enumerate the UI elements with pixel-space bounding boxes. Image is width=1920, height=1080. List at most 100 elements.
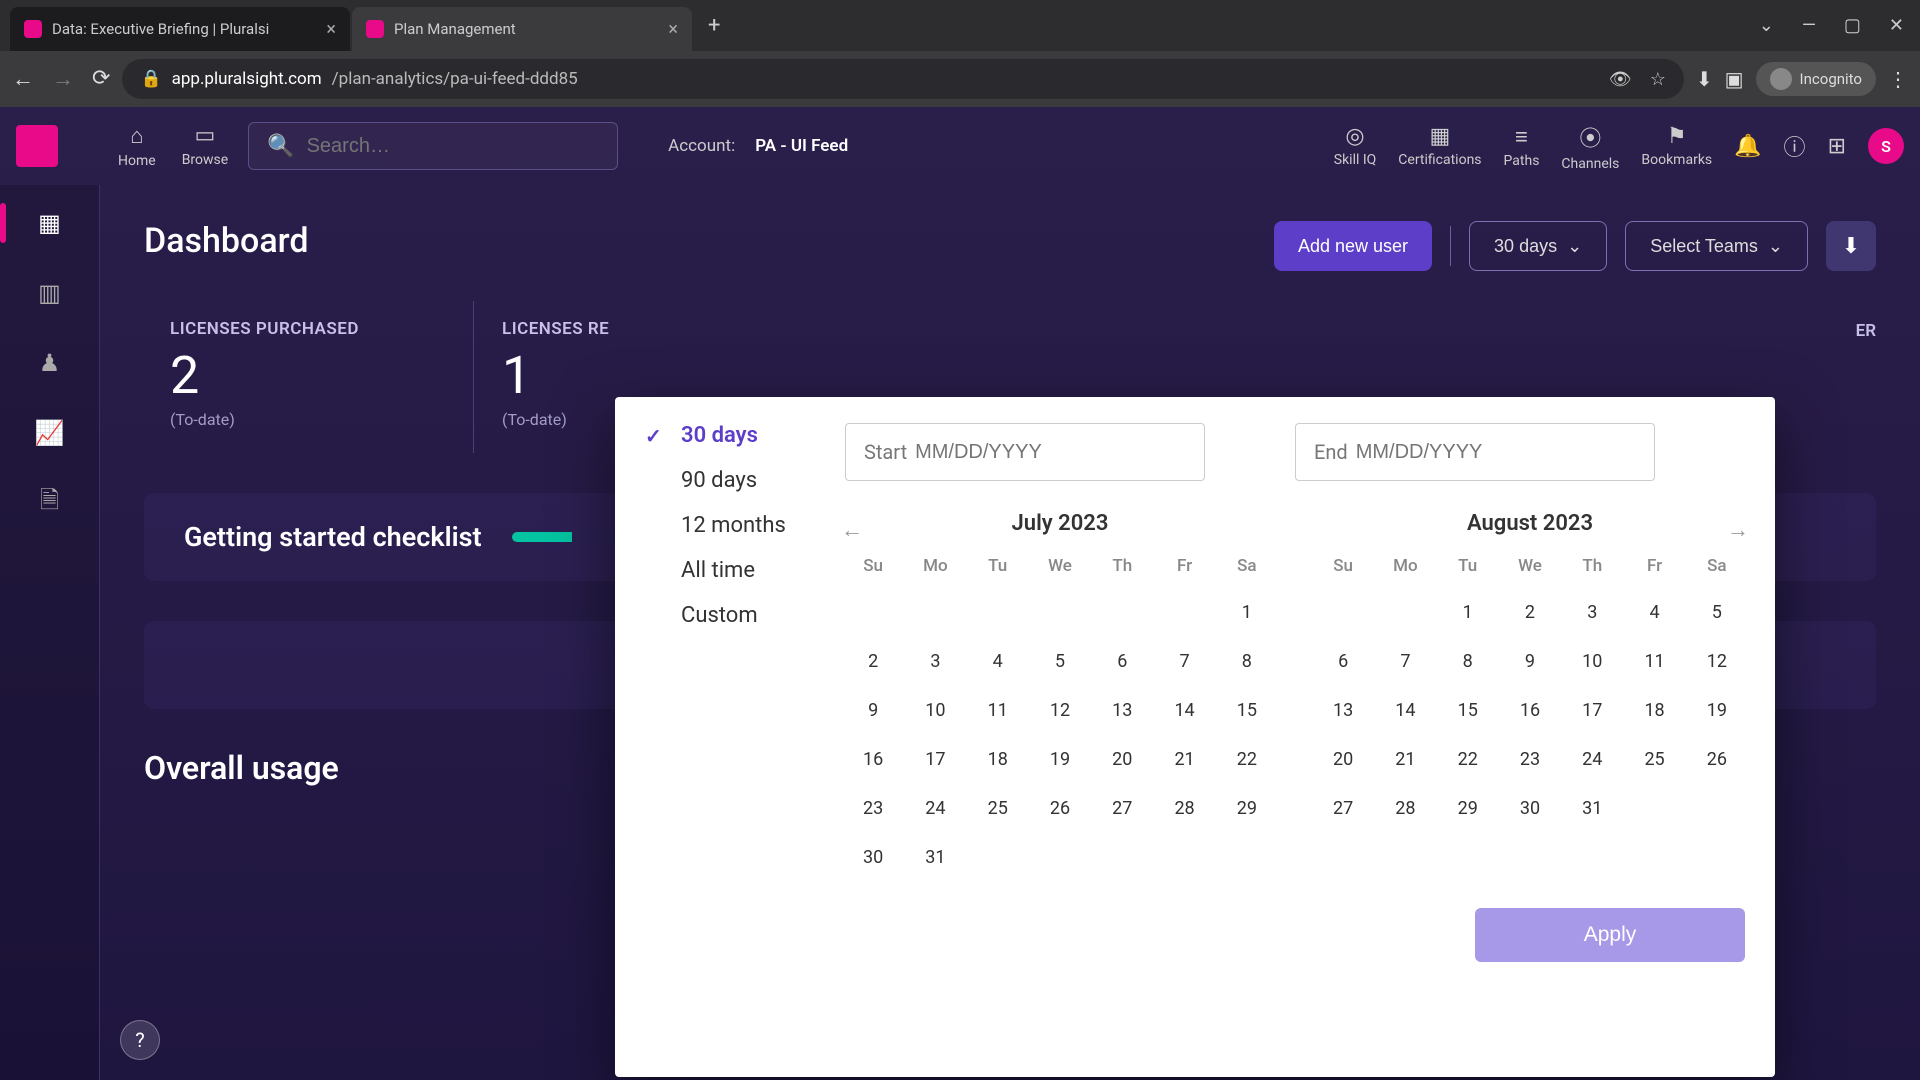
maximize-icon[interactable]: ▢ <box>1844 15 1861 36</box>
nav-bookmarks[interactable]: ⚑Bookmarks <box>1641 124 1712 168</box>
calendar-day[interactable]: 30 <box>1502 788 1558 829</box>
nav-channels[interactable]: ⦿Channels <box>1561 121 1619 172</box>
calendar-day[interactable]: 10 <box>1564 641 1620 682</box>
calendar-day[interactable]: 12 <box>1689 641 1745 682</box>
calendar-day[interactable]: 27 <box>1315 788 1371 829</box>
browser-tab-inactive[interactable]: Data: Executive Briefing | Pluralsi × <box>10 7 350 51</box>
nav-paths[interactable]: ≡Paths <box>1504 124 1540 169</box>
back-icon[interactable]: ← <box>12 66 34 92</box>
start-date-input[interactable]: Start <box>845 423 1205 481</box>
calendar-day[interactable]: 13 <box>1094 690 1150 731</box>
calendar-day[interactable]: 8 <box>1219 641 1275 682</box>
bell-icon[interactable]: 🔔 <box>1734 134 1761 159</box>
calendar-day[interactable]: 11 <box>1626 641 1682 682</box>
range-option[interactable]: All time <box>645 558 845 583</box>
calendar-day[interactable]: 24 <box>1564 739 1620 780</box>
forward-icon[interactable]: → <box>52 66 74 92</box>
incognito-indicator[interactable]: Incognito <box>1756 62 1876 96</box>
apply-button[interactable]: Apply <box>1475 908 1745 962</box>
calendar-day[interactable]: 21 <box>1377 739 1433 780</box>
sidebar-item-org[interactable]: ▥ <box>30 273 70 313</box>
calendar-day[interactable]: 16 <box>1502 690 1558 731</box>
nav-certifications[interactable]: ▦Certifications <box>1398 124 1481 168</box>
next-month-icon[interactable]: → <box>1727 517 1749 543</box>
calendar-day[interactable]: 9 <box>1502 641 1558 682</box>
reload-icon[interactable]: ⟳ <box>92 66 110 92</box>
search-field[interactable] <box>307 135 600 158</box>
calendar-day[interactable]: 1 <box>1219 592 1275 633</box>
nav-skilliq[interactable]: ◎Skill IQ <box>1334 124 1377 168</box>
minimize-icon[interactable]: — <box>1802 15 1816 36</box>
calendar-day[interactable]: 7 <box>1156 641 1212 682</box>
calendar-day[interactable]: 4 <box>970 641 1026 682</box>
calendar-day[interactable]: 23 <box>1502 739 1558 780</box>
calendar-day[interactable]: 22 <box>1440 739 1496 780</box>
calendar-day[interactable]: 24 <box>907 788 963 829</box>
pluralsight-logo[interactable] <box>16 125 58 167</box>
calendar-day[interactable]: 23 <box>845 788 901 829</box>
calendar-day[interactable]: 11 <box>970 690 1026 731</box>
add-user-button[interactable]: Add new user <box>1274 221 1432 271</box>
range-option[interactable]: 12 months <box>645 513 845 538</box>
calendar-day[interactable]: 10 <box>907 690 963 731</box>
help-icon[interactable]: ⓘ <box>1784 130 1806 162</box>
nav-browse[interactable]: ▭ Browse <box>182 123 228 169</box>
calendar-day[interactable]: 17 <box>907 739 963 780</box>
end-date-field[interactable] <box>1356 441 1621 464</box>
help-bubble[interactable]: ? <box>120 1020 160 1060</box>
calendar-day[interactable]: 26 <box>1032 788 1088 829</box>
url-bar[interactable]: 🔒 app.pluralsight.com/plan-analytics/pa-… <box>122 59 1683 99</box>
calendar-day[interactable]: 3 <box>1564 592 1620 633</box>
calendar-day[interactable]: 4 <box>1626 592 1682 633</box>
chevron-down-icon[interactable]: ⌄ <box>1759 15 1774 36</box>
calendar-day[interactable]: 3 <box>907 641 963 682</box>
calendar-day[interactable]: 21 <box>1156 739 1212 780</box>
calendar-day[interactable]: 13 <box>1315 690 1371 731</box>
close-icon[interactable]: × <box>668 19 678 40</box>
close-icon[interactable]: × <box>326 19 336 40</box>
calendar-day[interactable]: 19 <box>1032 739 1088 780</box>
calendar-day[interactable]: 1 <box>1440 592 1496 633</box>
calendar-day[interactable]: 18 <box>1626 690 1682 731</box>
calendar-day[interactable]: 12 <box>1032 690 1088 731</box>
apps-grid-icon[interactable]: ⊞ <box>1828 134 1846 159</box>
calendar-day[interactable]: 20 <box>1315 739 1371 780</box>
star-icon[interactable]: ☆ <box>1650 69 1666 90</box>
calendar-day[interactable]: 16 <box>845 739 901 780</box>
calendar-day[interactable]: 22 <box>1219 739 1275 780</box>
calendar-day[interactable]: 6 <box>1315 641 1371 682</box>
range-option[interactable]: Custom <box>645 603 845 628</box>
downloads-icon[interactable]: ⬇ <box>1696 67 1713 91</box>
close-window-icon[interactable]: ✕ <box>1889 15 1904 36</box>
calendar-day[interactable]: 15 <box>1440 690 1496 731</box>
calendar-day[interactable]: 14 <box>1156 690 1212 731</box>
calendar-day[interactable]: 29 <box>1440 788 1496 829</box>
calendar-day[interactable]: 17 <box>1564 690 1620 731</box>
calendar-day[interactable]: 19 <box>1689 690 1745 731</box>
new-tab-button[interactable]: + <box>694 13 734 38</box>
avatar[interactable]: S <box>1868 128 1904 164</box>
calendar-day[interactable]: 20 <box>1094 739 1150 780</box>
extensions-icon[interactable]: ▣ <box>1725 67 1744 91</box>
nav-home[interactable]: ⌂ Home <box>118 123 156 169</box>
calendar-day[interactable]: 31 <box>1564 788 1620 829</box>
start-date-field[interactable] <box>915 441 1180 464</box>
browser-tab-active[interactable]: Plan Management × <box>352 7 692 51</box>
calendar-day[interactable]: 30 <box>845 837 901 878</box>
calendar-day[interactable]: 6 <box>1094 641 1150 682</box>
eye-off-icon[interactable]: 👁 <box>1609 69 1632 90</box>
calendar-day[interactable]: 15 <box>1219 690 1275 731</box>
calendar-day[interactable]: 9 <box>845 690 901 731</box>
calendar-day[interactable]: 14 <box>1377 690 1433 731</box>
calendar-day[interactable]: 5 <box>1032 641 1088 682</box>
calendar-day[interactable]: 28 <box>1156 788 1212 829</box>
calendar-day[interactable]: 26 <box>1689 739 1745 780</box>
end-date-input[interactable]: End <box>1295 423 1655 481</box>
calendar-day[interactable]: 29 <box>1219 788 1275 829</box>
sidebar-item-people[interactable]: ♟ <box>30 343 70 383</box>
sidebar-item-analytics[interactable]: 📈 <box>30 413 70 453</box>
range-option[interactable]: ✓30 days <box>645 423 845 448</box>
calendar-day[interactable]: 8 <box>1440 641 1496 682</box>
sidebar-item-dashboard[interactable]: ▦ <box>30 203 70 243</box>
calendar-day[interactable]: 5 <box>1689 592 1745 633</box>
